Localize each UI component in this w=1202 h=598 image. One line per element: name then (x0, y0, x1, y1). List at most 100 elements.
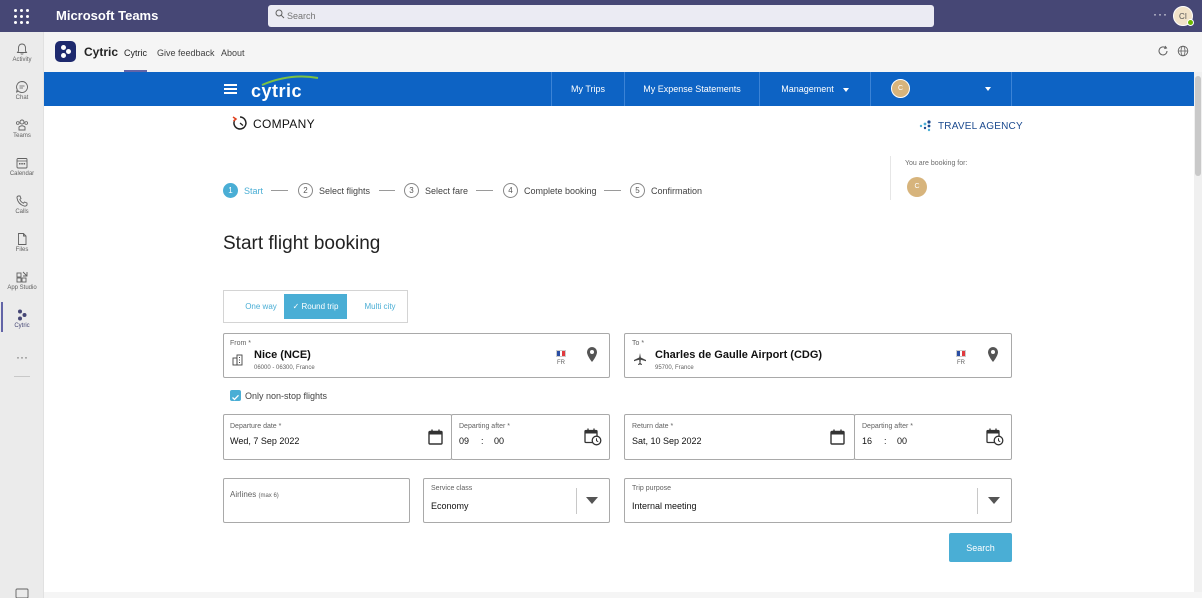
dropdown-separator (977, 488, 978, 514)
nav-my-trips[interactable]: My Trips (551, 72, 624, 106)
rail-item-teams[interactable]: Teams (0, 114, 44, 150)
calendar-clock-icon[interactable] (986, 428, 1004, 446)
rail-item-calendar[interactable]: Calendar (0, 152, 44, 188)
search-icon (275, 9, 285, 19)
phone-icon (16, 195, 28, 207)
departure-date-value: Wed, 7 Sep 2022 (230, 436, 300, 446)
hamburger-menu-icon[interactable] (224, 84, 237, 94)
calendar-clock-icon[interactable] (584, 428, 602, 446)
return-time-field[interactable]: Departing after * 16 : 00 (854, 414, 1012, 460)
from-field[interactable]: From * Nice (NCE) 06000 - 06300, France … (223, 333, 610, 378)
rail-more-apps-icon[interactable]: ··· (0, 350, 44, 364)
booking-for-avatar[interactable]: C (907, 177, 927, 197)
france-flag-icon (556, 350, 566, 357)
app-launcher-icon[interactable] (11, 6, 31, 26)
to-field[interactable]: To * Charles de Gaulle Airport (CDG) 957… (624, 333, 1012, 378)
trip-purpose-label: Trip purpose (632, 485, 672, 492)
france-flag-icon (956, 350, 966, 357)
help-icon[interactable] (15, 588, 29, 598)
travel-agency-logo-icon (919, 120, 931, 132)
trip-type-multi-city[interactable]: Multi city (355, 294, 405, 319)
chevron-down-icon[interactable] (586, 497, 598, 504)
nav-profile-menu[interactable]: C (870, 72, 1012, 106)
cytric-logo[interactable]: cytric (251, 81, 302, 102)
rail-label: Activity (12, 57, 32, 63)
rail-item-activity[interactable]: Activity (0, 38, 44, 74)
trip-purpose-value: Internal meeting (632, 501, 697, 511)
company-logo-icon (232, 116, 247, 130)
departure-date-label: Departure date * (230, 423, 282, 430)
departure-time-label: Departing after * (459, 423, 510, 430)
step-confirmation: 5 Confirmation (630, 183, 715, 199)
airplane-icon (634, 353, 646, 365)
step-label: Select flights (319, 186, 371, 196)
rail-label: App Studio (7, 285, 37, 291)
to-country-code: FR (957, 360, 965, 366)
tab-give-feedback[interactable]: Give feedback (157, 48, 215, 58)
scrollbar-thumb[interactable] (1195, 76, 1201, 176)
service-class-label: Service class (431, 485, 473, 492)
nav-my-expense-statements[interactable]: My Expense Statements (624, 72, 759, 106)
presence-status-icon (1187, 19, 1194, 26)
cytric-nav-bar: cytric My Trips My Expense Statements Ma… (44, 72, 1194, 106)
search-button[interactable]: Search (949, 533, 1012, 562)
return-date-field[interactable]: Return date * Sat, 10 Sep 2022 (624, 414, 855, 460)
rail-item-calls[interactable]: Calls (0, 190, 44, 226)
rail-label: Teams (13, 133, 31, 139)
airlines-field[interactable]: Airlines (max 6) (223, 478, 410, 523)
airlines-label-group: Airlines (max 6) (230, 490, 279, 499)
page-title: Start flight booking (223, 233, 381, 254)
from-value: Nice (NCE) (254, 349, 311, 361)
teams-search-input[interactable] (287, 7, 907, 25)
check-icon (232, 394, 239, 401)
tab-about[interactable]: About (221, 48, 245, 58)
tab-cytric[interactable]: Cytric (124, 48, 147, 58)
service-class-select[interactable]: Service class Economy (423, 478, 610, 523)
rail-item-cytric[interactable]: Cytric (0, 304, 44, 340)
step-number: 5 (630, 183, 645, 198)
return-time-label: Departing after * (862, 423, 913, 430)
location-pin-icon[interactable] (586, 346, 598, 363)
nonstop-label[interactable]: Only non-stop flights (245, 391, 327, 401)
from-sub: 06000 - 06300, France (254, 365, 315, 371)
time-separator: : (481, 436, 484, 446)
chevron-down-icon[interactable] (988, 497, 1000, 504)
teams-search-box[interactable] (268, 5, 934, 27)
departure-date-field[interactable]: Departure date * Wed, 7 Sep 2022 (223, 414, 452, 460)
rail-item-files[interactable]: Files (0, 228, 44, 264)
trip-type-round-trip[interactable]: ✓ Round trip (284, 294, 347, 319)
calendar-icon (16, 158, 28, 169)
to-value: Charles de Gaulle Airport (CDG) (655, 349, 823, 361)
globe-icon[interactable] (1177, 45, 1189, 57)
trip-purpose-select[interactable]: Trip purpose Internal meeting (624, 478, 1012, 523)
cytric-app-logo-icon (55, 41, 76, 62)
trip-type-one-way[interactable]: One way (234, 294, 288, 319)
step-complete-booking: 4 Complete booking (503, 183, 603, 199)
app-name: Cytric (84, 45, 119, 59)
rail-item-app-studio[interactable]: App Studio (0, 266, 44, 302)
rail-item-chat[interactable]: Chat (0, 76, 44, 112)
booking-for-label: You are booking for: (905, 160, 968, 167)
to-sub: 95700, France (655, 365, 694, 371)
step-number: 4 (503, 183, 518, 198)
calendar-icon[interactable] (428, 429, 443, 445)
nav-management-label: Management (781, 84, 834, 94)
departure-hour[interactable]: 09 (459, 436, 469, 446)
calendar-icon[interactable] (830, 429, 845, 445)
return-minute[interactable]: 00 (897, 436, 907, 446)
more-options-icon[interactable]: ··· (1153, 7, 1168, 21)
reload-icon[interactable] (1157, 45, 1169, 57)
step-label: Confirmation (651, 186, 703, 196)
nav-management[interactable]: Management (759, 72, 870, 106)
departure-time-field[interactable]: Departing after * 09 : 00 (451, 414, 610, 460)
airlines-hint: (max 6) (258, 493, 279, 499)
nonstop-checkbox[interactable] (230, 390, 241, 401)
return-date-value: Sat, 10 Sep 2022 (632, 436, 702, 446)
step-connector (604, 190, 621, 191)
service-class-value: Economy (431, 501, 469, 511)
location-pin-icon[interactable] (987, 346, 999, 363)
departure-minute[interactable]: 00 (494, 436, 504, 446)
step-label: Complete booking (524, 186, 597, 196)
city-icon (232, 354, 243, 366)
return-hour[interactable]: 16 (862, 436, 872, 446)
